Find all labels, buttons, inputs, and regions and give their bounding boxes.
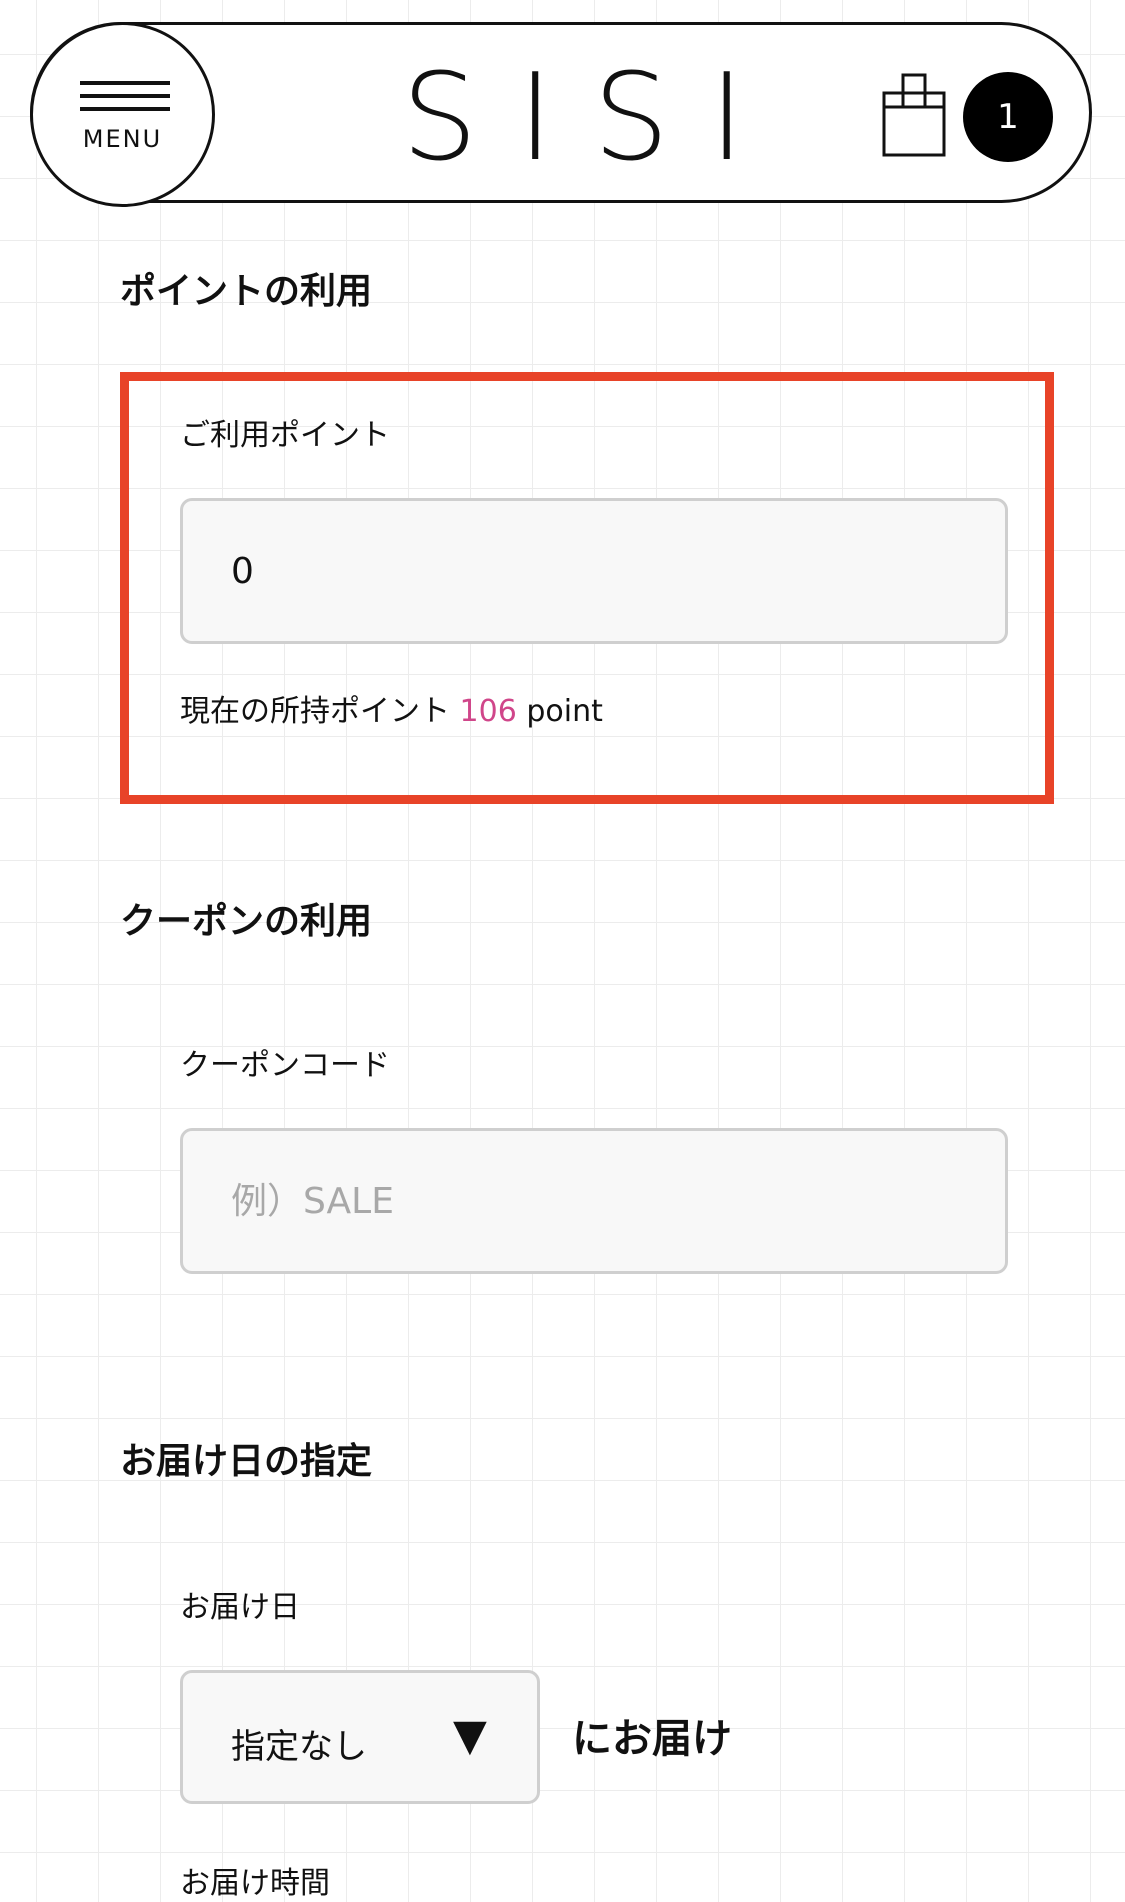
menu-button[interactable]: MENU [30, 22, 215, 207]
points-input[interactable] [180, 498, 1008, 644]
points-section-title: ポイントの利用 [120, 271, 373, 312]
delivery-section-title: お届け日の指定 [120, 1441, 373, 1482]
hamburger-icon [80, 81, 170, 121]
current-points-value: 106 [459, 694, 517, 729]
coupon-section-title: クーポンの利用 [120, 901, 373, 942]
coupon-field-label: クーポンコード [180, 1048, 390, 1083]
cart-count-badge[interactable]: 1 [963, 72, 1053, 162]
brand-logo[interactable]: SISI [373, 59, 813, 179]
triangle-down-icon: ▼ [453, 1710, 487, 1761]
delivery-date-select[interactable]: 指定なし ▼ [180, 1670, 540, 1804]
current-points-info: 現在の所持ポイント 106 point [180, 686, 603, 730]
points-field-label: ご利用ポイント [180, 418, 390, 453]
menu-label: MENU [82, 125, 163, 153]
delivery-date-label: お届け日 [180, 1590, 300, 1625]
delivery-time-label: お届け時間 [180, 1866, 330, 1901]
site-header: MENU SISI 1 [30, 22, 1092, 207]
delivery-suffix: にお届け [572, 1716, 732, 1762]
delivery-date-value: 指定なし [231, 1727, 367, 1767]
coupon-code-input[interactable] [180, 1128, 1008, 1274]
current-points-label: 現在の所持ポイント [180, 694, 450, 729]
points-unit: point [526, 694, 603, 729]
shopping-bag-icon[interactable] [881, 65, 951, 165]
